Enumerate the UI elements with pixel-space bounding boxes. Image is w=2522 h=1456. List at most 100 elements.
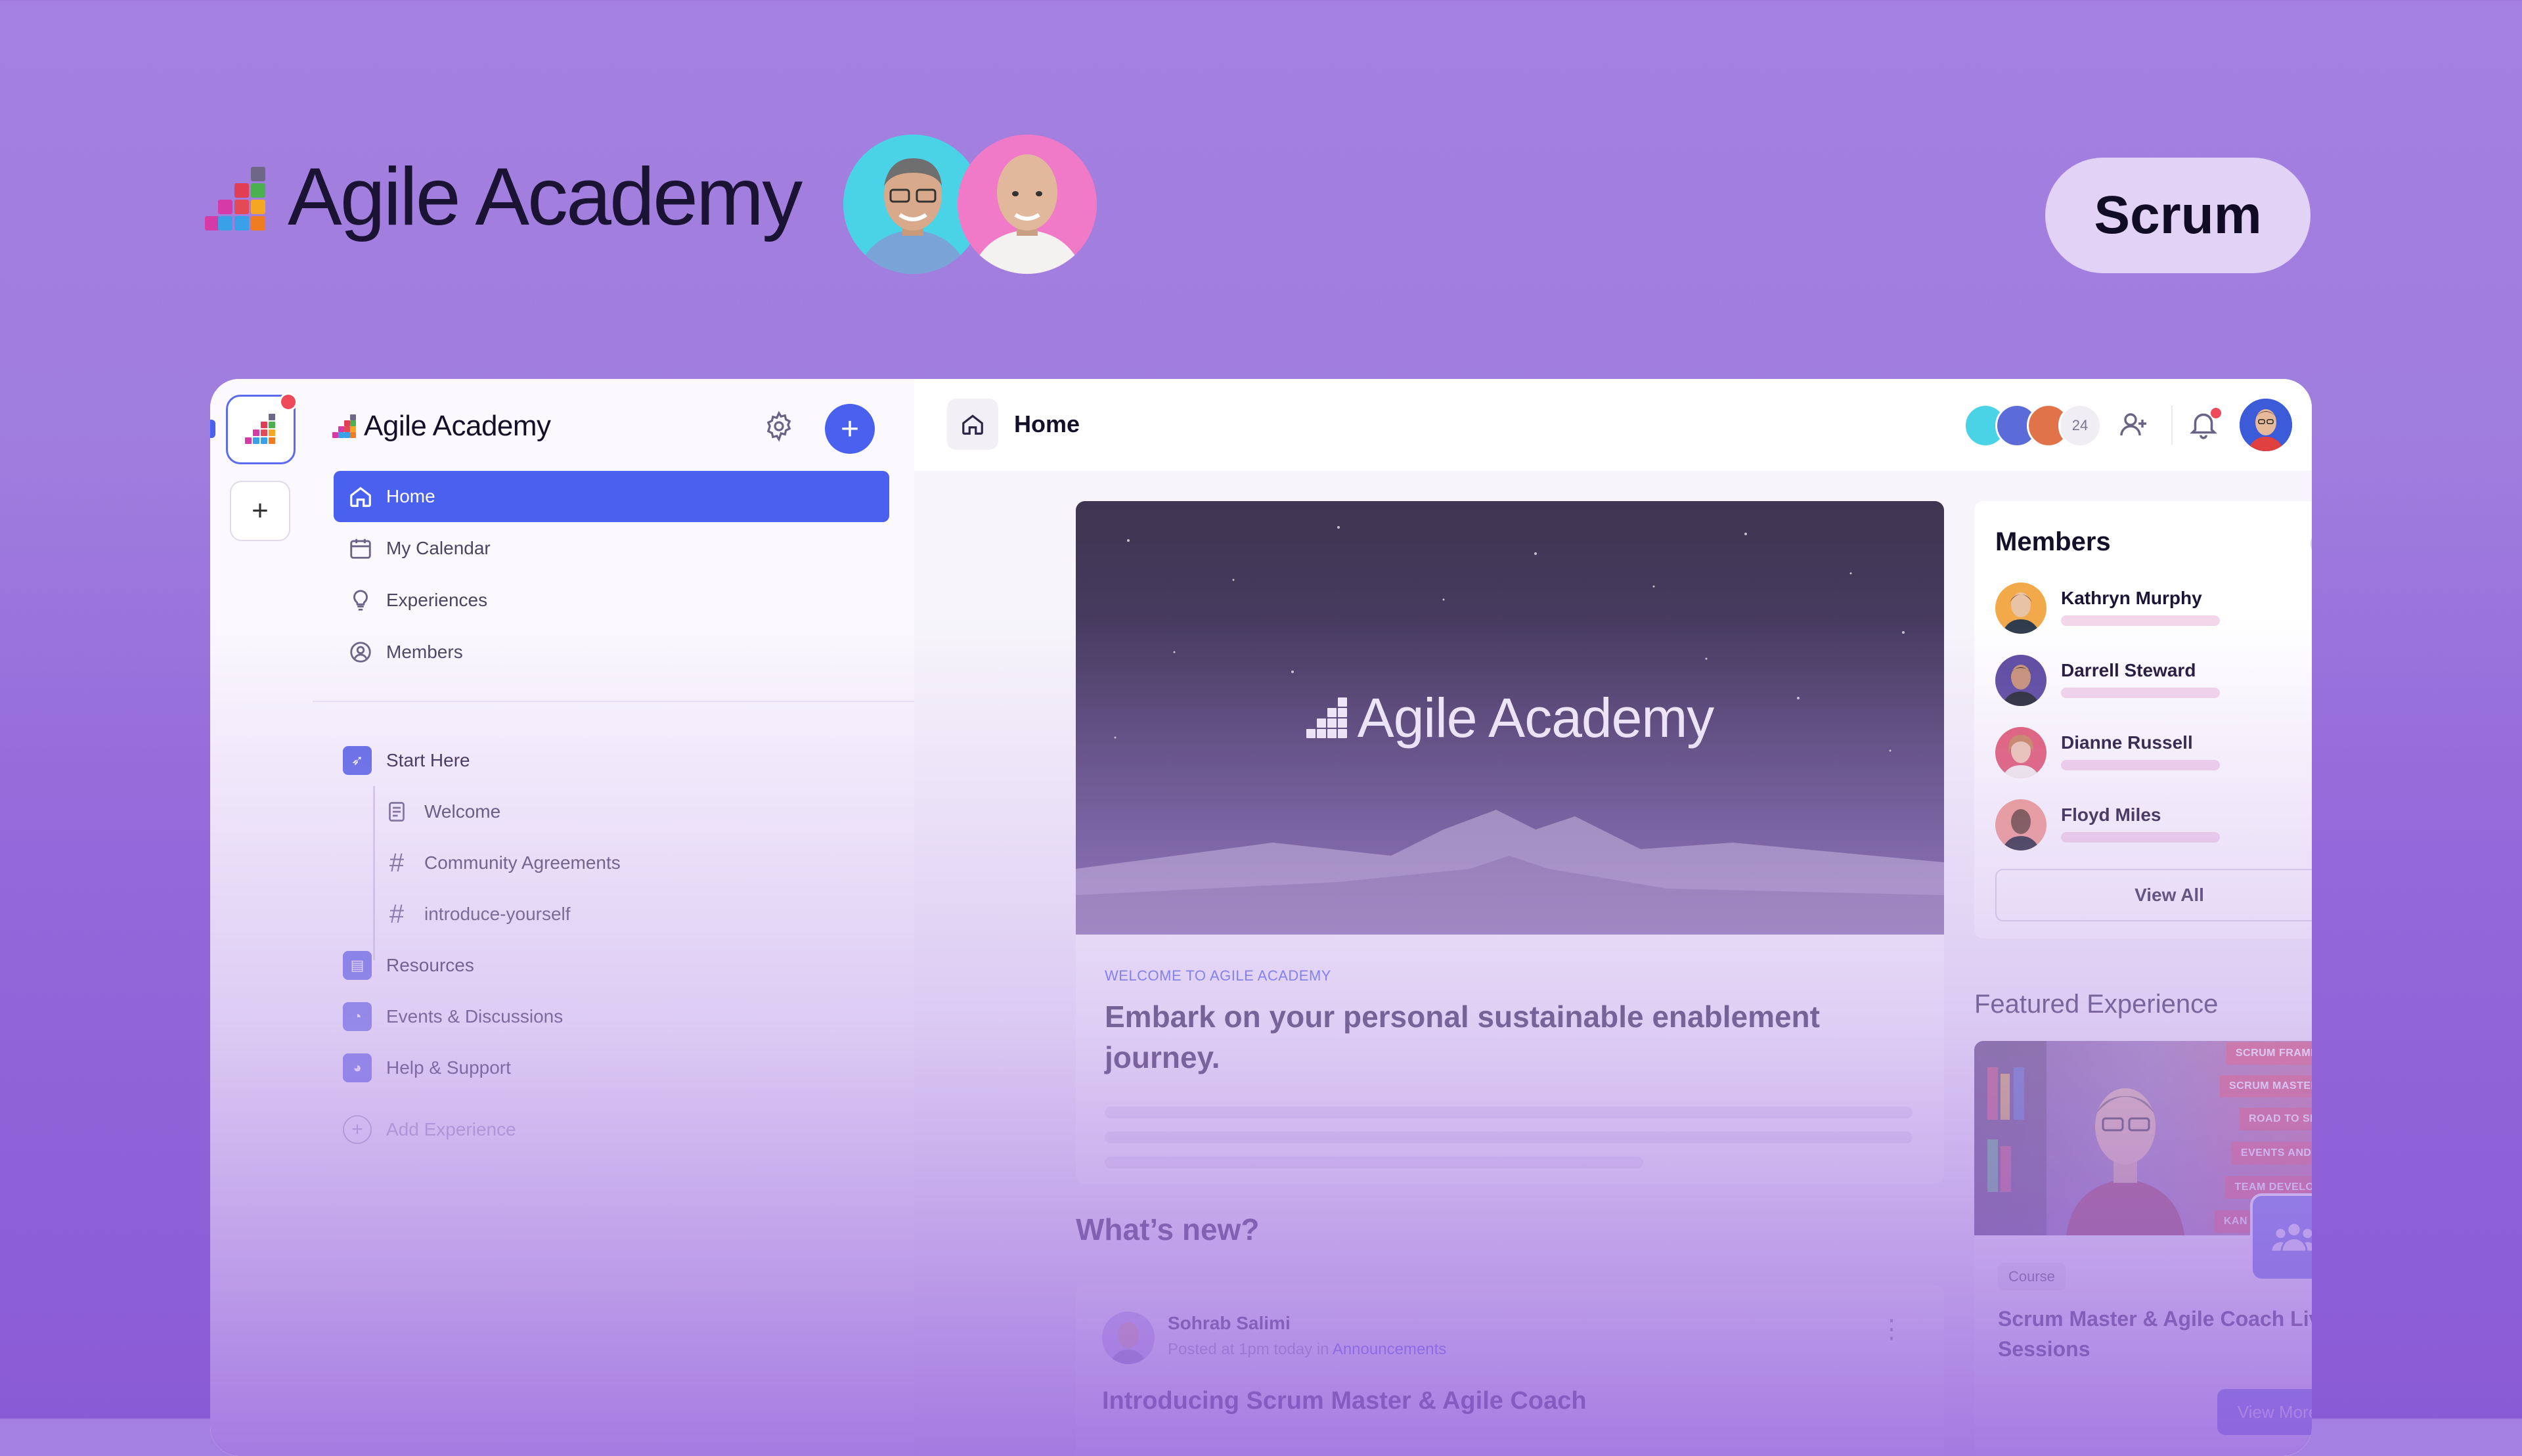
- text-placeholder: [2061, 832, 2220, 843]
- host-avatar: [958, 135, 1097, 274]
- more-options-icon[interactable]: ⋮: [1878, 1314, 1905, 1344]
- agile-academy-logo-icon: [1306, 697, 1348, 739]
- nav-item-label: Experiences: [386, 590, 488, 610]
- hero-banner: Agile Academy: [1076, 501, 1944, 935]
- members-title: Members: [1995, 527, 2111, 556]
- post-meta: Posted at 1pm today in Announcements: [1168, 1340, 1446, 1359]
- member-row[interactable]: Kathryn Murphy: [1995, 583, 2312, 635]
- home-icon: [350, 487, 371, 507]
- agile-academy-logo-icon: [245, 414, 277, 445]
- primary-nav: Home My Calendar Experiences Members: [313, 471, 914, 678]
- nav-item-home[interactable]: Home: [334, 471, 889, 522]
- sidebar-divider: [313, 701, 914, 702]
- document-icon: [384, 799, 410, 825]
- calendar-icon: [350, 539, 371, 559]
- community-switcher-button[interactable]: [226, 393, 298, 464]
- course-tag: EVENTS AND ROLES: [2231, 1142, 2312, 1164]
- gear-icon[interactable]: [763, 410, 795, 442]
- active-indicator: [210, 420, 215, 438]
- app-window: + Agile Academy + Home My Calendar Exper…: [210, 379, 2312, 1456]
- sidebar-item-label: introduce-yourself: [424, 904, 571, 924]
- add-community-button[interactable]: +: [230, 481, 290, 541]
- user-avatar-button[interactable]: [2240, 399, 2292, 451]
- add-experience-button[interactable]: + Add Experience: [313, 1104, 914, 1155]
- featured-experience-title[interactable]: Scrum Master & Agile Coach Live Sessions: [1998, 1304, 2312, 1364]
- community-rail: +: [210, 379, 314, 1456]
- host-avatars: [843, 135, 1097, 276]
- help-icon: ◕: [343, 1053, 372, 1082]
- sidebar: Agile Academy + Home My Calendar Experie…: [313, 379, 916, 1456]
- text-placeholder: [1105, 1107, 1913, 1118]
- page-title: Home: [1014, 410, 1080, 437]
- sidebar-item-welcome[interactable]: Welcome: [313, 786, 914, 837]
- sidebar-item-resources[interactable]: ▤ Resources: [313, 940, 914, 991]
- group-icon: [2250, 1193, 2312, 1281]
- main-content: Agile Academy WELCOME TO AGILE ACADEMY E…: [914, 471, 2312, 1456]
- sidebar-item-label: Help & Support: [386, 1057, 511, 1078]
- notification-dot: [279, 393, 298, 411]
- post-title[interactable]: Introducing Scrum Master & Agile Coach: [1102, 1387, 1587, 1415]
- text-placeholder: [1105, 1132, 1913, 1143]
- brand-lockup: Agile Academy: [205, 152, 803, 242]
- brand-title: Agile Academy: [288, 152, 803, 242]
- sidebar-item-label: Community Agreements: [424, 852, 621, 873]
- user-circle-icon: [350, 642, 371, 663]
- avatar: [1995, 727, 2046, 778]
- whats-new-heading: What’s new?: [1076, 1212, 1260, 1246]
- text-placeholder: [2061, 760, 2220, 770]
- sidebar-item-label: Events & Discussions: [386, 1006, 564, 1026]
- welcome-eyebrow: WELCOME TO AGILE ACADEMY: [1105, 967, 1331, 984]
- sidebar-item-community-agreements[interactable]: # Community Agreements: [313, 837, 914, 889]
- sidebar-title: Agile Academy: [364, 410, 551, 442]
- sidebar-header: Agile Academy +: [332, 399, 895, 454]
- members-card: Members + Kathryn Murphy Darrell Steward…: [1974, 501, 2312, 938]
- sidebar-item-introduce-yourself[interactable]: # introduce-yourself: [313, 889, 914, 940]
- add-user-icon[interactable]: [2117, 409, 2149, 441]
- notification-dot: [2211, 408, 2221, 418]
- add-experience-label: Add Experience: [386, 1119, 516, 1139]
- text-placeholder: [2061, 688, 2220, 698]
- create-button[interactable]: +: [825, 404, 875, 454]
- experience-list: ➶ Start Here Welcome # Community Agreeme…: [313, 735, 914, 1155]
- member-row[interactable]: Floyd Miles: [1995, 799, 2312, 852]
- member-avatar-stack[interactable]: 24: [1964, 404, 2102, 447]
- announcement-post[interactable]: Sohrab Salimi Posted at 1pm today in Ann…: [1076, 1285, 1944, 1456]
- nav-item-my-calendar[interactable]: My Calendar: [334, 523, 889, 574]
- featured-experience-card[interactable]: SCRUM FRAMEWORK SCRUM MASTER ROLE ROAD T…: [1974, 1041, 2312, 1456]
- add-member-button[interactable]: +: [2311, 529, 2312, 559]
- text-placeholder: [1105, 1157, 1643, 1168]
- agile-academy-logo-icon: [205, 167, 265, 231]
- post-channel-link[interactable]: Announcements: [1333, 1340, 1446, 1358]
- course-tag: SCRUM FRAMEWORK: [2226, 1042, 2312, 1065]
- sidebar-item-start-here[interactable]: ➶ Start Here: [313, 735, 914, 786]
- member-name: Darrell Steward: [2061, 660, 2196, 680]
- member-row[interactable]: Dianne Russell: [1995, 727, 2312, 780]
- welcome-card: WELCOME TO AGILE ACADEMY Embark on your …: [1076, 935, 1944, 1184]
- nav-item-experiences[interactable]: Experiences: [334, 575, 889, 626]
- book-icon: ▤: [343, 951, 372, 980]
- sidebar-item-events-discussions[interactable]: ◔ Events & Discussions: [313, 991, 914, 1042]
- home-icon[interactable]: [947, 399, 998, 450]
- hero-banner-title: Agile Academy: [1076, 686, 1944, 750]
- view-more-button[interactable]: View More: [2217, 1389, 2312, 1435]
- hero-banner-text: Agile Academy: [1357, 687, 1715, 749]
- post-author[interactable]: Sohrab Salimi: [1168, 1313, 1291, 1334]
- course-tag: SCRUM MASTER ROLE: [2219, 1075, 2312, 1097]
- nav-item-label: Members: [386, 642, 463, 662]
- plus-circle-icon: +: [343, 1115, 372, 1144]
- nav-item-members[interactable]: Members: [334, 627, 889, 678]
- divider: [2171, 405, 2173, 445]
- avatar: [1102, 1312, 1155, 1364]
- topic-pill: Scrum: [2045, 158, 2311, 273]
- sidebar-item-label: Resources: [386, 955, 474, 975]
- hash-icon: #: [389, 848, 405, 877]
- member-row[interactable]: Darrell Steward: [1995, 655, 2312, 707]
- rocket-icon: ➶: [343, 746, 372, 775]
- sidebar-item-help-support[interactable]: ◕ Help & Support: [313, 1042, 914, 1093]
- nav-item-label: My Calendar: [386, 538, 491, 558]
- post-meta-prefix: Posted at 1pm today in: [1168, 1340, 1329, 1358]
- member-name: Dianne Russell: [2061, 732, 2193, 753]
- course-tag: ROAD TO SPRINT 1: [2240, 1108, 2312, 1130]
- view-all-button[interactable]: View All: [1995, 869, 2312, 921]
- member-count-badge: 24: [2058, 404, 2102, 447]
